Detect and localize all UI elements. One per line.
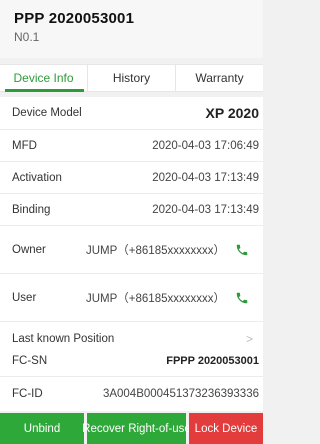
phone-icon[interactable]	[235, 291, 249, 305]
user-value: JUMP（+86185xxxxxxxx）	[86, 292, 225, 305]
tab-device-info[interactable]: Device Info	[0, 65, 88, 92]
fc-sn-value: FPPP 2020053001	[166, 354, 259, 367]
info-row-user: User JUMP（+86185xxxxxxxx）	[0, 274, 263, 322]
binding-label: Binding	[12, 203, 51, 216]
tab-bar: Device Info History Warranty	[0, 64, 263, 92]
action-bar: Unbind Recover Right-of-use Lock Device	[0, 413, 263, 444]
ids-card: FC-SN FPPP 2020053001 FC-ID 3A004B000451…	[0, 345, 263, 411]
device-header: PPP 2020053001 N0.1	[0, 0, 263, 58]
fc-id-label: FC-ID	[12, 388, 43, 400]
owner-value: JUMP（+86185xxxxxxxx）	[86, 244, 225, 257]
chevron-right-icon: >	[245, 332, 253, 346]
tab-history[interactable]: History	[88, 65, 176, 91]
device-title: PPP 2020053001	[14, 10, 135, 27]
activation-value: 2020-04-03 17:13:49	[152, 171, 259, 184]
fc-sn-label: FC-SN	[12, 354, 48, 367]
info-row-owner: Owner JUMP（+86185xxxxxxxx）	[0, 226, 263, 274]
model-value: XP 2020	[205, 105, 259, 121]
user-label: User	[12, 291, 37, 304]
recover-right-of-use-button[interactable]: Recover Right-of-use	[82, 413, 191, 444]
info-row-activation: Activation 2020-04-03 17:13:49	[0, 162, 263, 194]
owner-label: Owner	[12, 243, 46, 256]
fc-id-value: 3A004B000451373236393336	[102, 388, 259, 400]
info-row-binding: Binding 2020-04-03 17:13:49	[0, 194, 263, 226]
tab-warranty[interactable]: Warranty	[176, 65, 263, 91]
activation-label: Activation	[12, 171, 62, 184]
mfd-label: MFD	[12, 139, 37, 152]
phone-icon[interactable]	[235, 243, 249, 257]
unbind-button[interactable]: Unbind	[0, 413, 84, 444]
device-number: N0.1	[14, 30, 40, 44]
binding-value: 2020-04-03 17:13:49	[152, 203, 259, 216]
info-row-fc-sn: FC-SN FPPP 2020053001	[0, 345, 263, 377]
lock-device-button[interactable]: Lock Device	[189, 413, 263, 444]
info-row-mfd: MFD 2020-04-03 17:06:49	[0, 130, 263, 162]
device-info-card: Device Model XP 2020 MFD 2020-04-03 17:0…	[0, 97, 263, 356]
mfd-value: 2020-04-03 17:06:49	[152, 139, 259, 152]
info-row-model: Device Model XP 2020	[0, 97, 263, 130]
model-label: Device Model	[12, 107, 82, 119]
info-row-fc-id: FC-ID 3A004B000451373236393336	[0, 377, 263, 411]
position-label: Last known Position	[12, 333, 115, 345]
